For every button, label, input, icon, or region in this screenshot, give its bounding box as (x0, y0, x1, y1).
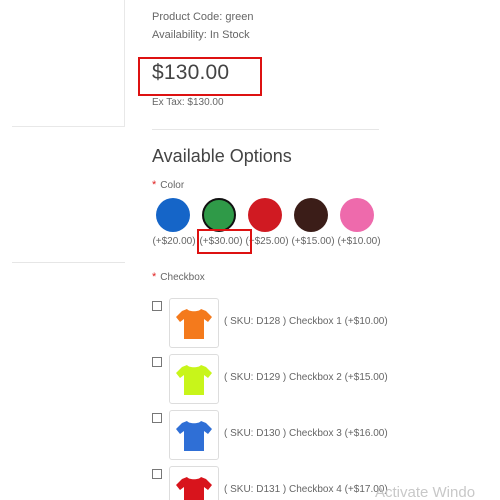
tshirt-icon (176, 309, 212, 339)
available-options-heading: Available Options (152, 146, 292, 166)
checkbox-option-row[interactable]: ( SKU: D128 ) Checkbox 1 (+$10.00) (150, 298, 450, 350)
ex-tax-price: Ex Tax: $130.00 (152, 97, 224, 108)
activate-windows-watermark: Activate Windo (375, 484, 476, 500)
checkbox-option-label: * Checkbox (152, 271, 205, 283)
product-image-frame (12, 0, 125, 127)
checkbox-input[interactable] (152, 301, 162, 311)
checkbox-option-row[interactable]: ( SKU: D130 ) Checkbox 3 (+$16.00) (150, 410, 450, 462)
required-marker: * (152, 179, 157, 191)
checkbox-option-text: ( SKU: D129 ) Checkbox 2 (+$15.00) (224, 372, 388, 383)
tshirt-icon (176, 421, 212, 451)
tshirt-icon (176, 477, 212, 500)
required-marker: * (152, 271, 157, 283)
checkbox-option-text: ( SKU: D128 ) Checkbox 1 (+$10.00) (224, 316, 388, 327)
section-divider (152, 129, 379, 130)
checkbox-label-text: Checkbox (160, 272, 205, 283)
checkbox-option-text: ( SKU: D130 ) Checkbox 3 (+$16.00) (224, 428, 388, 439)
product-options-page: Product Code: green Availability: In Sto… (0, 0, 500, 500)
swatch-price: (+$15.00) (291, 236, 335, 247)
checkbox-input[interactable] (152, 357, 162, 367)
availability: Availability: In Stock (152, 29, 250, 41)
color-option-label: * Color (152, 179, 184, 191)
checkbox-input[interactable] (152, 469, 162, 479)
left-column-divider (12, 262, 125, 263)
color-swatch-blue[interactable] (156, 198, 190, 232)
product-thumbnail (169, 466, 219, 500)
color-swatch-red[interactable] (248, 198, 282, 232)
product-price: $130.00 (152, 61, 230, 84)
product-thumbnail (169, 298, 219, 348)
checkbox-option-text: ( SKU: D131 ) Checkbox 4 (+$17.00) (224, 484, 388, 495)
checkbox-option-row[interactable]: ( SKU: D129 ) Checkbox 2 (+$15.00) (150, 354, 450, 406)
checkbox-input[interactable] (152, 413, 162, 423)
product-thumbnail (169, 354, 219, 404)
color-swatch-green[interactable] (202, 198, 236, 232)
color-swatch-pink[interactable] (340, 198, 374, 232)
swatch-price-highlight-box (197, 229, 252, 254)
swatch-price: (+$20.00) (152, 236, 196, 247)
product-thumbnail (169, 410, 219, 460)
color-label-text: Color (160, 180, 185, 191)
product-code: Product Code: green (152, 11, 254, 23)
tshirt-icon (176, 365, 212, 395)
color-swatch-brown[interactable] (294, 198, 328, 232)
swatch-price: (+$10.00) (337, 236, 381, 247)
